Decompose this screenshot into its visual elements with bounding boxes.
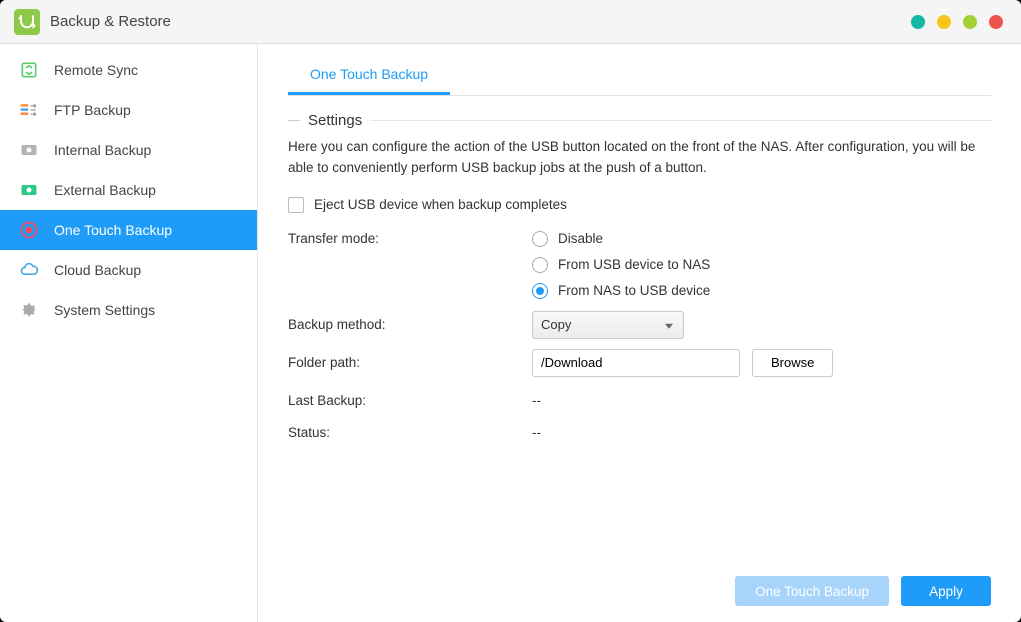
window-control-3[interactable] [963, 15, 977, 29]
status-label: Status: [288, 425, 532, 440]
sidebar-item-label: External Backup [54, 182, 156, 198]
header-dash [288, 120, 300, 121]
sidebar-item-label: Cloud Backup [54, 262, 141, 278]
last-backup-value: -- [532, 393, 541, 408]
sidebar-item-label: Internal Backup [54, 142, 151, 158]
browse-button[interactable]: Browse [752, 349, 833, 377]
eject-checkbox[interactable] [288, 197, 304, 213]
radio-icon [532, 283, 548, 299]
window-close[interactable] [989, 15, 1003, 29]
eject-checkbox-row: Eject USB device when backup completes [288, 189, 991, 221]
radio-nas-to-usb[interactable]: From NAS to USB device [532, 283, 710, 299]
status-row: Status: -- [288, 417, 991, 449]
tab-bar: One Touch Backup [288, 56, 991, 96]
header-line [370, 120, 991, 121]
one-touch-backup-button[interactable]: One Touch Backup [735, 576, 889, 606]
last-backup-label: Last Backup: [288, 393, 532, 408]
sync-icon [18, 59, 40, 81]
titlebar: Backup & Restore [0, 0, 1021, 44]
sidebar-item-label: One Touch Backup [54, 222, 172, 238]
external-backup-icon [18, 179, 40, 201]
last-backup-row: Last Backup: -- [288, 385, 991, 417]
gear-icon [18, 299, 40, 321]
sidebar: Remote Sync FTP Backup [0, 44, 258, 622]
sidebar-item-external-backup[interactable]: External Backup [0, 170, 257, 210]
sidebar-item-system-settings[interactable]: System Settings [0, 290, 257, 330]
transfer-mode-label: Transfer mode: [288, 231, 532, 246]
section-header: Settings [288, 112, 991, 129]
transfer-mode-row: Transfer mode: Disable From USB device t… [288, 227, 991, 299]
radio-label: Disable [558, 231, 603, 246]
radio-disable[interactable]: Disable [532, 231, 710, 247]
folder-path-label: Folder path: [288, 355, 532, 370]
app-icon [14, 9, 40, 35]
status-value: -- [532, 425, 541, 440]
body: Remote Sync FTP Backup [0, 44, 1021, 622]
eject-label: Eject USB device when backup completes [314, 197, 567, 212]
internal-backup-icon [18, 139, 40, 161]
window-control-2[interactable] [937, 15, 951, 29]
main-panel: One Touch Backup Settings Here you can c… [258, 44, 1021, 622]
select-value: Copy [541, 317, 571, 332]
window-controls [911, 15, 1003, 29]
backup-method-select[interactable]: Copy [532, 311, 684, 339]
apply-button[interactable]: Apply [901, 576, 991, 606]
radio-icon [532, 231, 548, 247]
sidebar-item-label: Remote Sync [54, 62, 138, 78]
radio-label: From USB device to NAS [558, 257, 710, 272]
radio-usb-to-nas[interactable]: From USB device to NAS [532, 257, 710, 273]
cloud-icon [18, 259, 40, 281]
sidebar-item-label: FTP Backup [54, 102, 131, 118]
backup-method-row: Backup method: Copy [288, 309, 991, 341]
footer-buttons: One Touch Backup Apply [735, 576, 991, 606]
transfer-mode-radio-group: Disable From USB device to NAS From NAS … [532, 231, 710, 299]
backup-method-label: Backup method: [288, 317, 532, 332]
folder-path-input[interactable] [532, 349, 740, 377]
sidebar-item-remote-sync[interactable]: Remote Sync [0, 50, 257, 90]
section-title: Settings [308, 112, 362, 129]
sidebar-item-ftp-backup[interactable]: FTP Backup [0, 90, 257, 130]
radio-icon [532, 257, 548, 273]
tab-one-touch-backup[interactable]: One Touch Backup [288, 56, 450, 95]
sidebar-item-label: System Settings [54, 302, 155, 318]
one-touch-icon [18, 219, 40, 241]
sidebar-item-cloud-backup[interactable]: Cloud Backup [0, 250, 257, 290]
settings-description: Here you can configure the action of the… [288, 137, 991, 179]
sidebar-item-one-touch-backup[interactable]: One Touch Backup [0, 210, 257, 250]
sidebar-item-internal-backup[interactable]: Internal Backup [0, 130, 257, 170]
folder-path-row: Folder path: Browse [288, 347, 991, 379]
ftp-icon [18, 99, 40, 121]
radio-label: From NAS to USB device [558, 283, 710, 298]
app-window: Backup & Restore Remote Sync [0, 0, 1021, 622]
window-control-1[interactable] [911, 15, 925, 29]
window-title: Backup & Restore [50, 13, 171, 30]
